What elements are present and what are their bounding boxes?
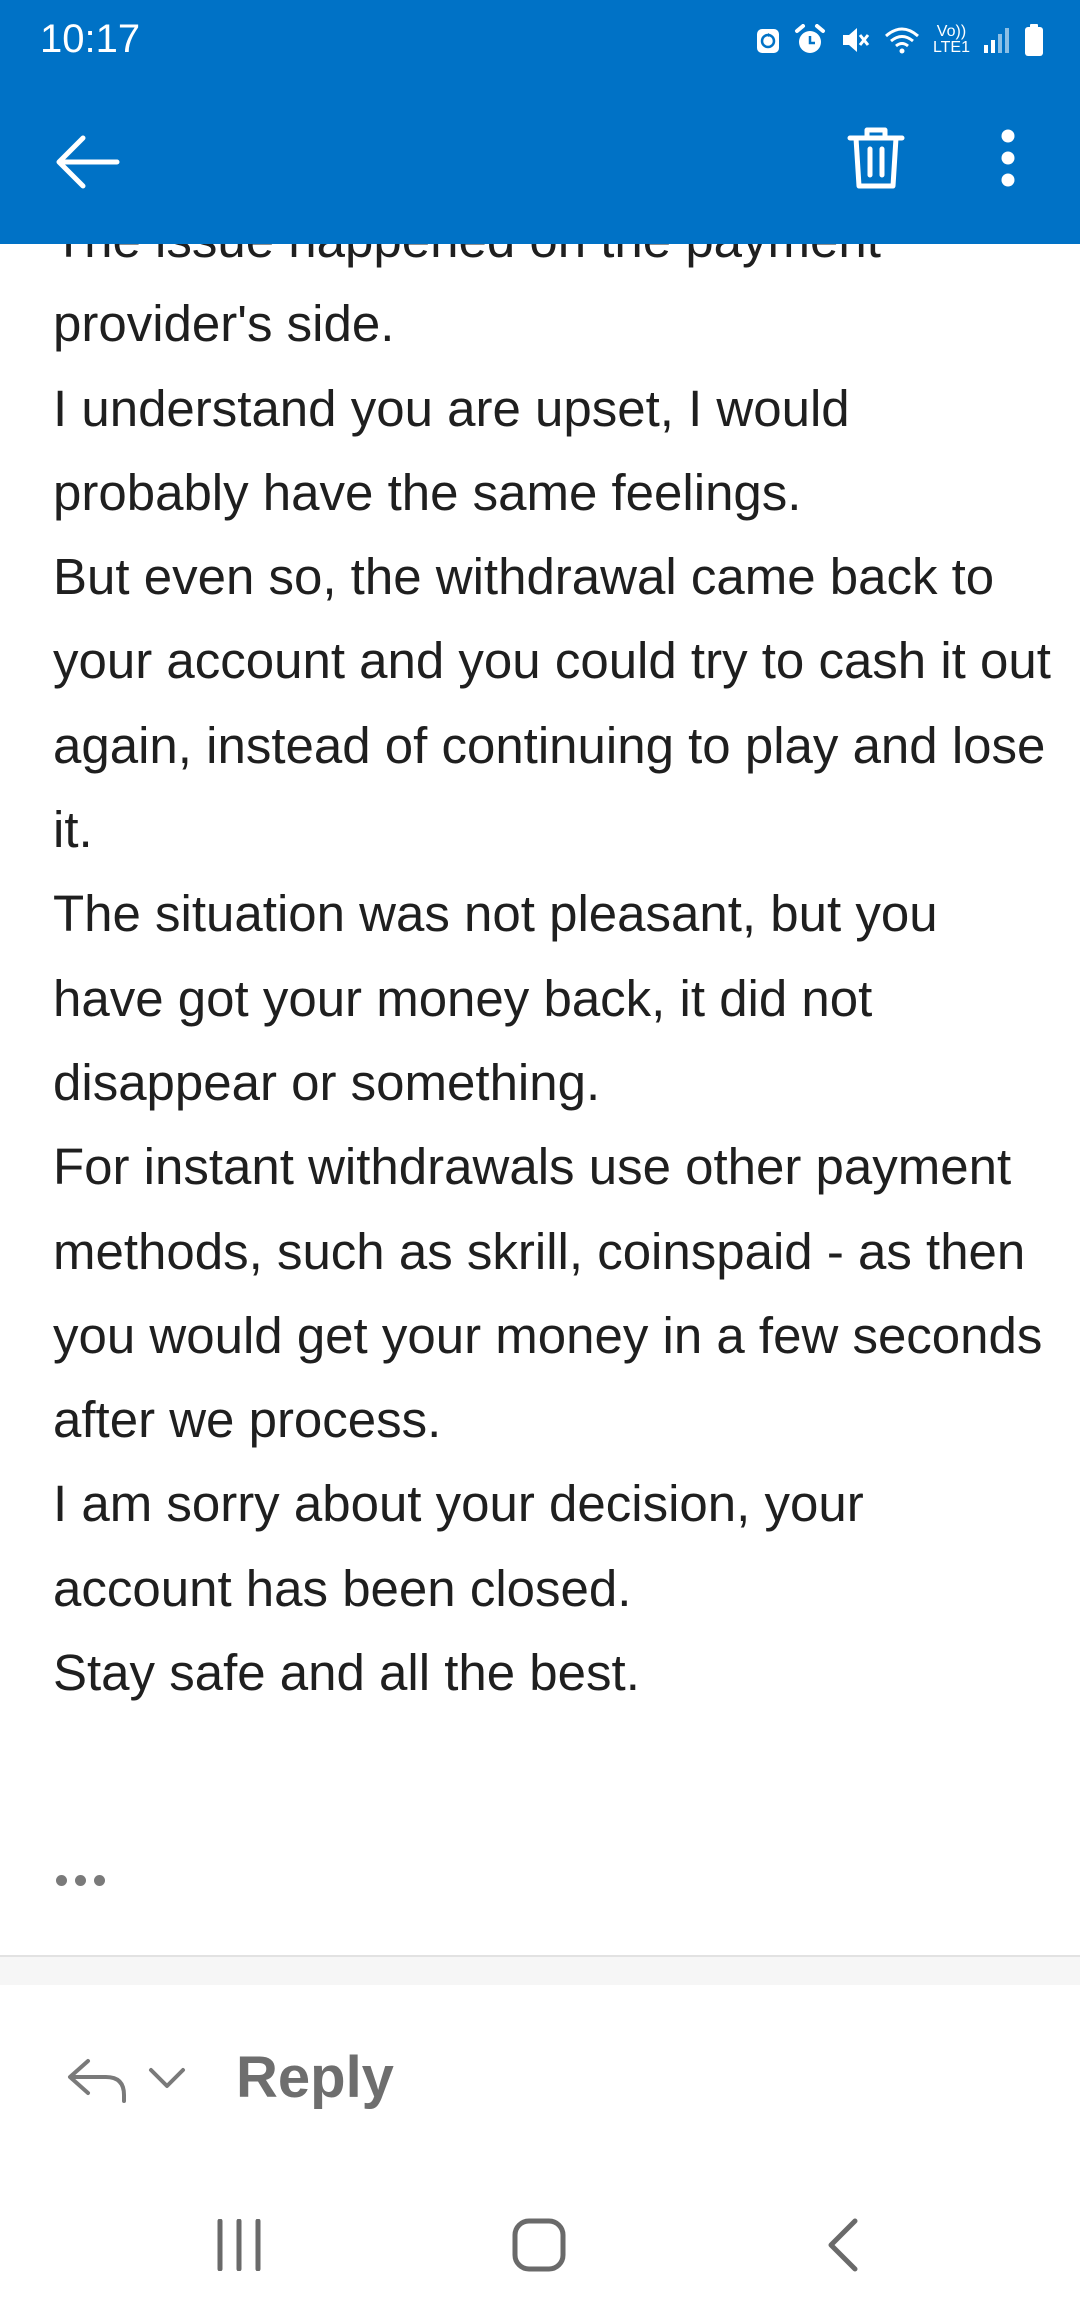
recents-button[interactable] <box>194 2205 284 2285</box>
status-bar: 10:17 Vo)) LTE1 <box>0 0 1080 78</box>
wifi-icon <box>883 24 921 56</box>
reply-button[interactable]: Reply <box>236 2043 394 2113</box>
reply-action-button[interactable] <box>62 2045 132 2115</box>
trash-icon <box>847 127 905 189</box>
message-paragraph-1: The issue happened on the payment provid… <box>53 244 881 353</box>
more-vert-icon <box>1001 129 1015 187</box>
divider-band <box>0 1957 1080 1985</box>
system-nav-bar <box>0 2175 1080 2316</box>
message-paragraph-4: The situation was not pleasant, but you … <box>53 885 938 1111</box>
message-paragraph-7: Stay safe and all the best. <box>53 1644 640 1702</box>
sync-icon <box>755 25 781 55</box>
alarm-icon <box>793 24 827 56</box>
delete-button[interactable] <box>836 118 916 198</box>
recents-icon <box>217 2219 261 2271</box>
status-time: 10:17 <box>40 17 141 61</box>
reply-arrow-icon <box>68 2059 126 2103</box>
status-icons: Vo)) LTE1 <box>755 18 1044 62</box>
battery-icon <box>1024 23 1044 57</box>
chevron-down-icon <box>149 2068 185 2088</box>
system-back-button[interactable] <box>798 2205 888 2285</box>
message-paragraph-3: But even so, the withdrawal came back to… <box>53 548 1051 859</box>
mute-icon <box>839 24 871 56</box>
message-paragraph-6: I am sorry about your decision, your acc… <box>53 1475 864 1617</box>
show-quoted-text-button[interactable] <box>56 1856 120 1904</box>
network-label-top: Vo)) <box>936 23 967 40</box>
message-paragraph-5: For instant withdrawals use other paymen… <box>53 1138 1043 1449</box>
reply-bar: Reply <box>0 1985 1080 2175</box>
back-button[interactable] <box>48 122 128 202</box>
message-paragraph-2: I understand you are upset, I would prob… <box>53 379 850 521</box>
network-label: Vo)) LTE1 <box>933 24 970 56</box>
home-icon <box>512 2218 566 2272</box>
ellipsis-dot <box>75 1874 86 1886</box>
message-body: The issue happened on the payment provid… <box>53 244 1053 1715</box>
home-button[interactable] <box>494 2205 584 2285</box>
network-label-bottom: LTE1 <box>932 39 970 56</box>
more-options-button[interactable] <box>968 118 1048 198</box>
signal-icon <box>982 25 1012 55</box>
ellipsis-dot <box>94 1874 105 1886</box>
ellipsis-dot <box>56 1874 67 1886</box>
back-arrow-icon <box>56 135 120 189</box>
app-bar <box>0 78 1080 244</box>
nav-back-icon <box>828 2218 858 2272</box>
message-viewport[interactable]: The issue happened on the payment provid… <box>0 244 1080 1954</box>
reply-options-button[interactable] <box>142 2053 192 2103</box>
